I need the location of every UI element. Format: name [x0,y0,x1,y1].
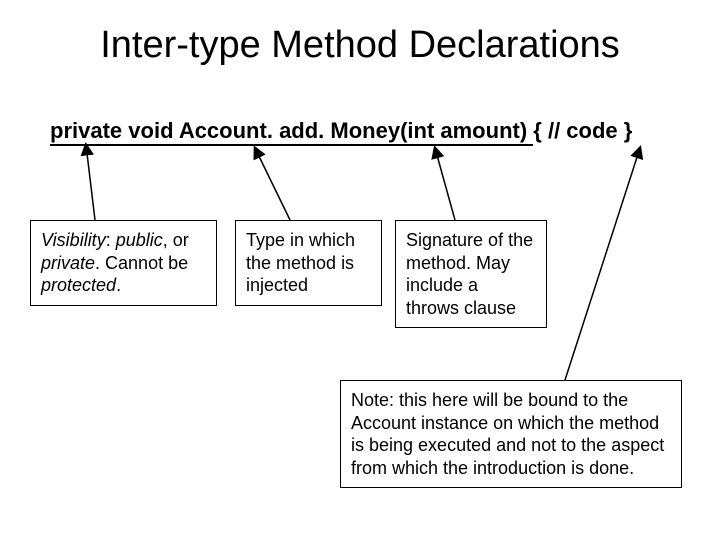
code-method-signature: add. Money(int amount) [279,118,527,143]
visibility-callout: Visibility: public, or private. Cannot b… [30,220,217,306]
arrow-note [565,148,640,380]
arrow-signature [435,148,455,220]
type-callout: Type in which the method is injected [235,220,382,306]
code-return-type: void [128,118,173,143]
arrow-type [255,148,290,220]
note-box: Note: this here will be bound to the Acc… [340,380,682,488]
code-declaration: private void Account. add. Money(int amo… [50,118,632,144]
page-title: Inter-type Method Declarations [0,24,720,67]
code-visibility: private [50,118,122,143]
signature-callout: Signature of the method. May include a t… [395,220,547,328]
arrow-visibility [86,145,95,220]
code-body: { // code } [533,118,632,143]
code-target-type: Account. [179,118,273,143]
